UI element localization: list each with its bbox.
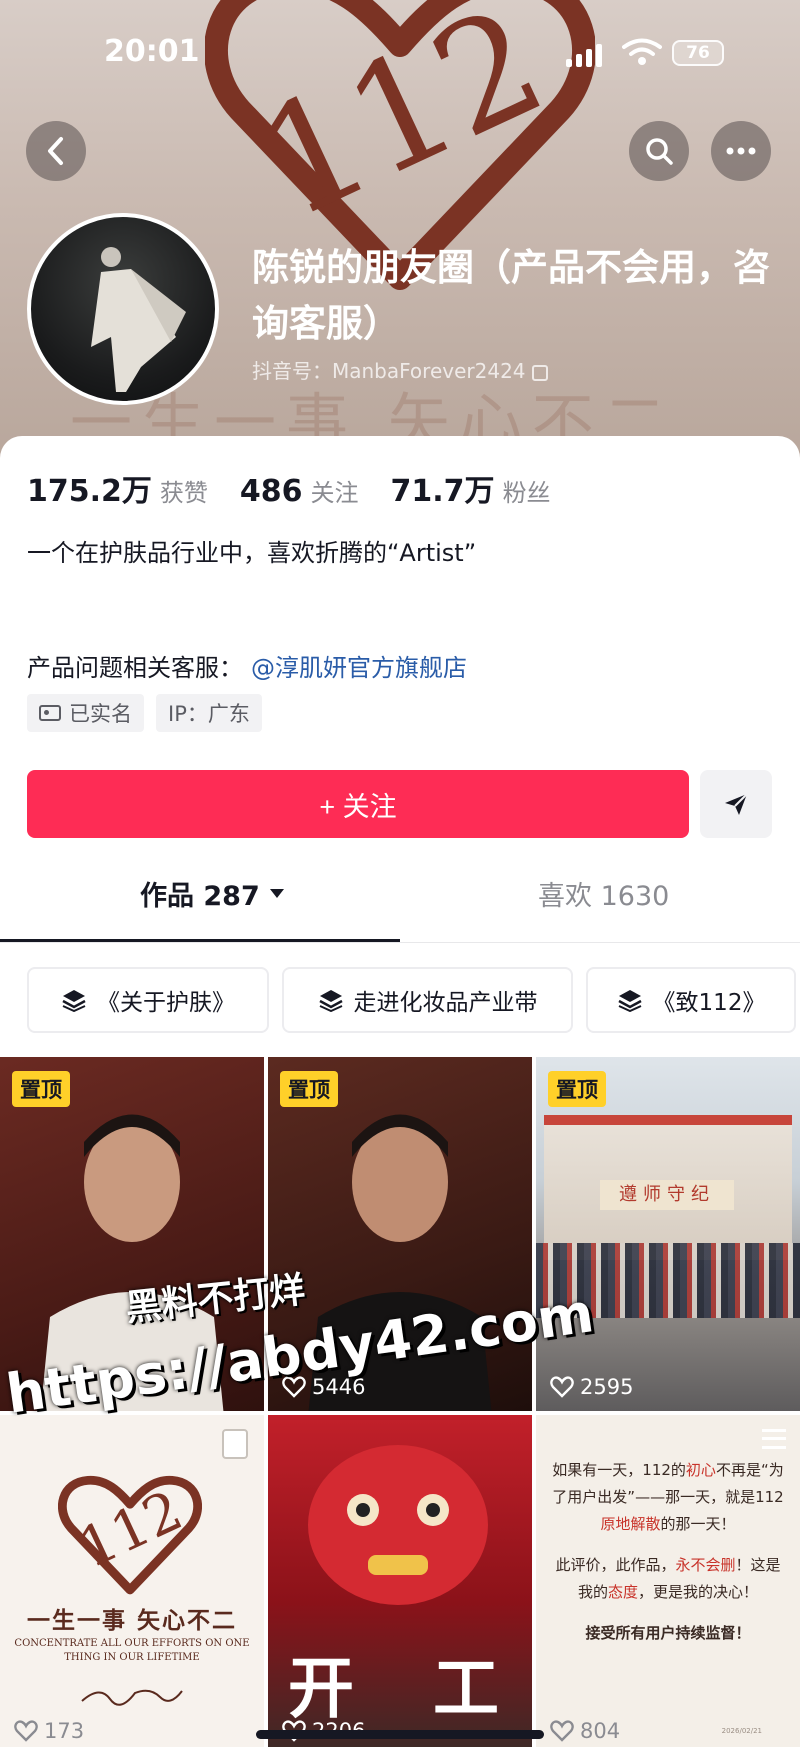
signal-icon xyxy=(566,44,602,67)
lion-dance-icon xyxy=(308,1445,488,1605)
video-thumbnail[interactable]: 遵师守纪 置顶 2595 xyxy=(536,1057,800,1411)
collection-chip[interactable]: 《致112》 xyxy=(586,967,796,1033)
video-thumbnail[interactable]: 如果有一天，112的初心不再是“为了用户出发”——那一天，就是112原地解散的那… xyxy=(536,1415,800,1747)
id-card-icon xyxy=(39,705,61,721)
followers-count[interactable]: 71.7万 xyxy=(391,466,495,510)
profile-tags: 已实名 IP：广东 xyxy=(27,694,262,732)
more-button[interactable] xyxy=(711,121,771,181)
video-thumbnail[interactable]: 112 一生一事 矢心不二 CONCENTRATE ALL OUR EFFORT… xyxy=(0,1415,264,1747)
status-time: 20:01 xyxy=(104,34,200,69)
service-line: 产品问题相关客服： @淳肌妍官方旗舰店 xyxy=(27,648,467,683)
signature-icon xyxy=(81,1689,183,1706)
back-button[interactable] xyxy=(26,121,86,181)
service-label: 产品问题相关客服： xyxy=(27,654,243,682)
copy-icon[interactable] xyxy=(531,364,548,381)
send-icon xyxy=(725,793,748,815)
heart-icon xyxy=(550,1720,574,1742)
logo-text: 112 xyxy=(70,1479,192,1581)
stack-icon xyxy=(318,990,343,1012)
like-count-text: 2595 xyxy=(580,1375,634,1399)
thumbnail-text: 如果有一天，112的初心不再是“为了用户出发”——那一天，就是112原地解散的那… xyxy=(552,1457,784,1647)
school-sign: 遵师守纪 xyxy=(600,1180,734,1210)
collection-chip[interactable]: 《关于护肤》 xyxy=(27,967,269,1033)
caret-down-icon xyxy=(269,889,284,898)
follow-button[interactable]: + 关注 xyxy=(27,770,689,838)
verified-tag[interactable]: 已实名 xyxy=(27,694,144,732)
ip-tag: IP：广东 xyxy=(156,694,262,732)
list-icon xyxy=(762,1429,786,1449)
stack-icon xyxy=(62,990,86,1012)
collection-label: 《关于护肤》 xyxy=(97,990,235,1016)
video-thumbnail[interactable]: 开 工 2206 xyxy=(268,1415,532,1747)
pinned-badge: 置顶 xyxy=(548,1071,606,1107)
douyin-id[interactable]: 抖音号：ManbaForever2424 xyxy=(252,355,548,384)
douyin-id-text: 抖音号：ManbaForever2424 xyxy=(252,359,526,383)
tab-works[interactable]: 作品 287 xyxy=(140,856,284,931)
like-count: 804 xyxy=(550,1719,620,1743)
service-link[interactable]: @淳肌妍官方旗舰店 xyxy=(251,654,467,682)
avatar[interactable] xyxy=(27,213,219,405)
profile-stats: 175.2万 获赞 486 关注 71.7万 粉丝 xyxy=(27,466,583,510)
profile-header: 112 一生一事 矢心不二 20:01 76 陈锐的朋友圈（产品不会用，咨询客服… xyxy=(0,0,800,470)
pinned-badge: 置顶 xyxy=(12,1071,70,1107)
heart-icon xyxy=(14,1720,38,1742)
brand-112-logo: 112 xyxy=(58,1475,202,1595)
heart-icon xyxy=(550,1376,574,1398)
thumbnail-text-line: 此评价，此作品，永不会删！这是我的态度，更是我的决心！ xyxy=(555,1556,781,1601)
thumbnail-text-line: 如果有一天，112的初心不再是“为了用户出发”——那一天，就是112原地解散的那… xyxy=(552,1461,784,1533)
like-count-text: 804 xyxy=(580,1719,621,1743)
note-icon xyxy=(222,1429,248,1459)
pinned-badge: 置顶 xyxy=(280,1071,338,1107)
avatar-figure-icon xyxy=(91,247,186,392)
collections-bar: 《关于护肤》 走进化妆品产业带 《致112》 xyxy=(27,967,796,1033)
home-indicator xyxy=(256,1730,544,1739)
tab-divider xyxy=(0,942,800,943)
thumbnail-text-line: 接受所有用户持续监督！ xyxy=(585,1624,751,1642)
thumbnail-slogan: 一生一事 矢心不二 xyxy=(26,1608,237,1634)
thumbnail-caption: 开 工 xyxy=(288,1649,527,1727)
content-tabs: 作品 287 喜欢 1630 xyxy=(0,856,800,931)
collection-chip[interactable]: 走进化妆品产业带 xyxy=(282,967,573,1033)
following-count[interactable]: 486 xyxy=(240,474,303,509)
following-label[interactable]: 关注 xyxy=(311,473,359,508)
likes-label: 获赞 xyxy=(159,479,208,507)
collection-label: 走进化妆品产业带 xyxy=(353,990,538,1016)
collection-label: 《致112》 xyxy=(652,990,766,1016)
like-count: 2595 xyxy=(550,1375,633,1399)
profile-bio: 一个在护肤品行业中，喜欢折腾的“Artist” xyxy=(27,539,477,567)
thumbnail-date: 2026/02/21 xyxy=(721,1727,762,1735)
thumbnail-slogan-en: CONCENTRATE ALL OUR EFFORTS ON ONE THING… xyxy=(14,1638,250,1663)
school-building-icon: 遵师守纪 xyxy=(544,1115,792,1260)
tab-likes[interactable]: 喜欢 1630 xyxy=(538,856,669,931)
wifi-icon xyxy=(622,38,662,65)
logo-text: 112 xyxy=(235,0,568,253)
like-count: 173 xyxy=(14,1719,84,1743)
followers-label[interactable]: 粉丝 xyxy=(503,473,551,508)
search-button[interactable] xyxy=(629,121,689,181)
stack-icon xyxy=(617,990,642,1012)
profile-nickname: 陈锐的朋友圈（产品不会用，咨询客服） xyxy=(252,246,770,345)
search-icon xyxy=(646,138,673,165)
more-dots-icon xyxy=(726,147,756,155)
back-chevron-icon xyxy=(48,137,63,165)
verified-label: 已实名 xyxy=(69,702,132,726)
like-count-text: 173 xyxy=(44,1719,85,1743)
tab-works-label: 作品 287 xyxy=(140,881,260,912)
likes-count: 175.2万 xyxy=(27,474,152,509)
battery-indicator: 76 xyxy=(672,40,724,66)
share-button[interactable] xyxy=(700,770,772,838)
